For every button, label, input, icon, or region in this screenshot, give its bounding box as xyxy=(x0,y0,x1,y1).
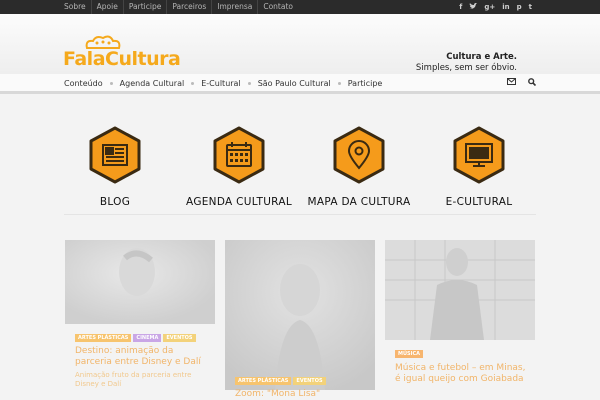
top-link-contato[interactable]: Contato xyxy=(257,0,298,14)
category-e-cultural[interactable]: E-CULTURAL xyxy=(424,126,534,216)
post-image-2[interactable] xyxy=(225,240,375,390)
post-tags: ARTES PLÁSTICAS CINEMA EVENTOS xyxy=(75,334,196,342)
category-agenda-cultural[interactable]: AGENDA CULTURAL xyxy=(184,126,294,216)
monitor-icon xyxy=(465,143,493,167)
top-link-sobre[interactable]: Sobre xyxy=(60,0,91,14)
post-title[interactable]: Música e futebol – em Minas, é igual que… xyxy=(395,363,527,385)
top-link-imprensa[interactable]: Imprensa xyxy=(211,0,257,14)
post-image-3[interactable] xyxy=(385,240,535,340)
tumblr-icon[interactable]: t xyxy=(529,3,532,11)
tag-badge[interactable]: ARTES PLÁSTICAS xyxy=(75,334,132,342)
tagline-line-1: Cultura e Arte. xyxy=(446,52,517,62)
google-plus-icon[interactable]: g+ xyxy=(484,3,495,11)
linkedin-icon[interactable]: in xyxy=(502,3,509,11)
post-tags: MÚSICA xyxy=(395,350,424,358)
pinterest-icon[interactable]: p xyxy=(517,3,522,11)
top-bar: Sobre Apoie Participe Parceiros Imprensa… xyxy=(0,0,600,14)
category-label: E-CULTURAL xyxy=(445,196,513,208)
category-label: BLOG xyxy=(99,196,131,208)
category-mapa-da-cultura[interactable]: MAPA DA CULTURA xyxy=(304,126,414,216)
facebook-icon[interactable]: f xyxy=(459,3,462,11)
e-cultural-hexagon xyxy=(453,126,505,184)
post-image-1[interactable] xyxy=(65,240,215,324)
nav-separator xyxy=(191,81,195,85)
mail-icon[interactable] xyxy=(507,78,516,85)
top-link-apoie[interactable]: Apoie xyxy=(90,0,123,14)
nav-item-agenda-cultural[interactable]: Agenda Cultural xyxy=(120,79,185,88)
post-card-1[interactable]: ARTES PLÁSTICAS CINEMA EVENTOS Destino: … xyxy=(65,240,215,400)
nav-separator xyxy=(337,81,341,85)
search-icon[interactable] xyxy=(528,78,536,86)
top-nav: Sobre Apoie Participe Parceiros Imprensa… xyxy=(60,0,298,14)
nav-item-conteudo[interactable]: Conteúdo xyxy=(64,79,103,88)
tag-badge[interactable]: MÚSICA xyxy=(395,350,424,358)
mapa-hexagon xyxy=(333,126,385,184)
post-card-3[interactable]: MÚSICA Música e futebol – em Minas, é ig… xyxy=(385,240,535,400)
site-header: FalaCultura Cultura e Arte. Simples, sem… xyxy=(0,14,600,74)
tag-badge[interactable]: ARTES PLÁSTICAS xyxy=(235,377,292,385)
post-title[interactable]: Destino: animação da parceria entre Disn… xyxy=(75,346,205,368)
post-card-2[interactable]: ARTES PLÁSTICAS EVENTOS Zoom: "Mona Lisa… xyxy=(225,240,375,400)
nav-item-e-cultural[interactable]: E-Cultural xyxy=(201,79,240,88)
top-link-participe[interactable]: Participe xyxy=(122,0,166,14)
tagline-line-2: Simples, sem ser óbvio. xyxy=(415,63,517,73)
tag-badge[interactable]: EVENTOS xyxy=(293,377,326,385)
logo-text: FalaCultura xyxy=(63,48,181,70)
nav-item-sao-paulo-cultural[interactable]: São Paulo Cultural xyxy=(258,79,331,88)
section-divider xyxy=(64,214,536,215)
tag-badge[interactable]: EVENTOS xyxy=(163,334,196,342)
main-nav: Conteúdo Agenda Cultural E-Cultural São … xyxy=(0,74,600,94)
twitter-icon[interactable] xyxy=(469,2,478,12)
social-links: f g+ in p t xyxy=(459,0,532,14)
agenda-hexagon xyxy=(213,126,265,184)
category-blog[interactable]: BLOG xyxy=(60,126,170,216)
category-label: MAPA DA CULTURA xyxy=(307,196,411,208)
post-excerpt: Animação fruto da parceria entre Disney … xyxy=(75,371,192,388)
top-link-parceiros[interactable]: Parceiros xyxy=(166,0,211,14)
tagline: Cultura e Arte. Simples, sem ser óbvio. xyxy=(416,52,517,74)
category-row: BLOG AGENDA CULTURAL MAPA DA CULTURA E-C… xyxy=(64,126,536,216)
nav-separator xyxy=(247,81,251,85)
nav-item-participe[interactable]: Participe xyxy=(348,79,383,88)
site-logo[interactable]: FalaCultura xyxy=(63,34,181,70)
post-title[interactable]: Zoom: "Mona Lisa" xyxy=(235,389,365,400)
post-tags: ARTES PLÁSTICAS EVENTOS xyxy=(235,377,326,385)
blog-hexagon xyxy=(89,126,141,184)
tag-badge[interactable]: CINEMA xyxy=(133,334,162,342)
nav-separator xyxy=(109,81,113,85)
category-label: AGENDA CULTURAL xyxy=(186,196,292,208)
